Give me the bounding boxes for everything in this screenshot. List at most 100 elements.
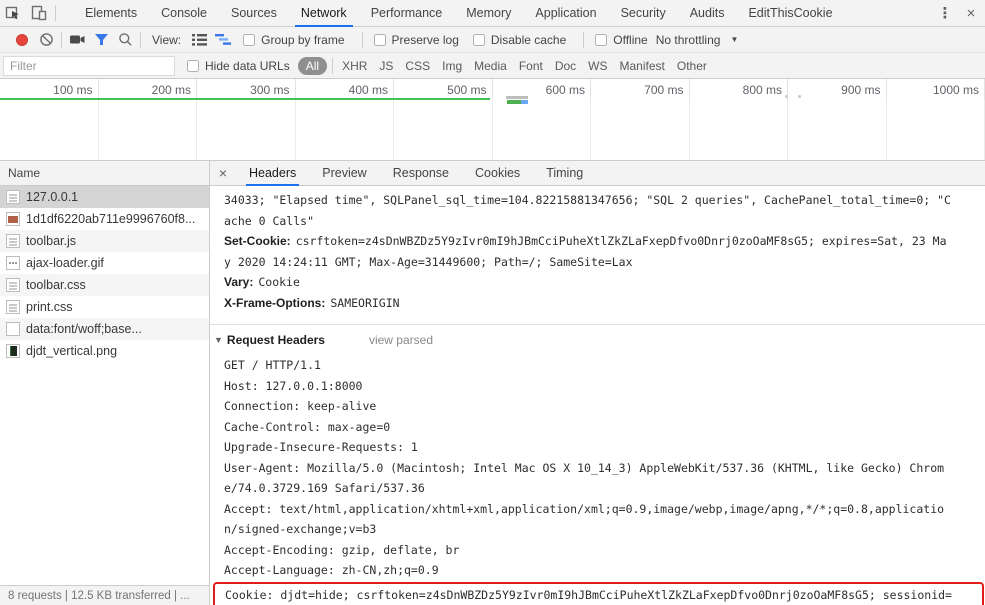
- tab-editthiscookie[interactable]: EditThisCookie: [736, 0, 844, 27]
- request-row[interactable]: toolbar.css: [0, 274, 209, 296]
- timeline-ruler[interactable]: 100 ms 200 ms 300 ms 400 ms 500 ms 600 m…: [0, 79, 985, 100]
- offline-checkbox[interactable]: Offline: [595, 32, 648, 47]
- request-row[interactable]: djdt_vertical.png: [0, 340, 209, 362]
- network-overview-green-line: [0, 98, 490, 100]
- request-name: 1d1df6220ab711e9996760f8...: [26, 212, 196, 226]
- throttling-value: No throttling: [655, 32, 721, 47]
- tab-console[interactable]: Console: [149, 0, 219, 27]
- header-name: Vary:: [224, 275, 254, 289]
- close-detail-icon[interactable]: ×: [210, 165, 236, 181]
- request-name: toolbar.css: [26, 278, 86, 292]
- record-icon[interactable]: [10, 28, 34, 52]
- tick-label: 700 ms: [591, 79, 690, 100]
- tab-memory[interactable]: Memory: [454, 0, 523, 27]
- request-type-filters: All XHR JS CSS Img Media Font Doc WS Man…: [296, 56, 713, 75]
- request-name: print.css: [26, 300, 73, 314]
- hide-data-urls-label: Hide data URLs: [205, 58, 290, 73]
- network-filter-bar: Hide data URLs All XHR JS CSS Img Media …: [0, 53, 985, 79]
- filter-type-font[interactable]: Font: [513, 57, 549, 75]
- response-headers-block: 34033; "Elapsed time", SQLPanel_sql_time…: [224, 193, 951, 310]
- cookie-header-highlight-box: Cookie: djdt=hide; csrftoken=z4sDnWBZDz5…: [213, 581, 984, 605]
- search-icon[interactable]: [113, 28, 137, 52]
- filter-type-css[interactable]: CSS: [399, 57, 436, 75]
- filter-type-other[interactable]: Other: [671, 57, 713, 75]
- request-headers-title: Request Headers: [226, 333, 325, 347]
- document-icon: [6, 300, 20, 314]
- document-icon: [6, 234, 20, 248]
- request-row[interactable]: ajax-loader.gif: [0, 252, 209, 274]
- camera-icon[interactable]: [65, 28, 89, 52]
- request-headers-section-header[interactable]: ▼ Request Headers view parsed: [210, 325, 985, 349]
- detail-tab-preview[interactable]: Preview: [309, 161, 379, 186]
- tab-performance[interactable]: Performance: [359, 0, 455, 27]
- request-row[interactable]: 1d1df6220ab711e9996760f8...: [0, 208, 209, 230]
- disable-cache-checkbox[interactable]: Disable cache: [472, 33, 566, 47]
- header-name: Set-Cookie:: [224, 234, 291, 248]
- tick-label: 400 ms: [296, 79, 394, 100]
- checkbox-icon: [472, 33, 485, 46]
- tab-application[interactable]: Application: [523, 0, 608, 27]
- name-column-header[interactable]: Name: [0, 166, 40, 180]
- document-icon: [6, 278, 20, 292]
- detail-tab-cookies[interactable]: Cookies: [462, 161, 533, 186]
- checkbox-icon: [243, 33, 256, 46]
- checkbox-icon: [595, 33, 608, 46]
- status-summary: 8 requests | 12.5 KB transferred | ...: [8, 589, 190, 602]
- filter-type-ws[interactable]: WS: [582, 57, 613, 75]
- preserve-log-label: Preserve log: [391, 32, 459, 47]
- request-detail-panel: × Headers Preview Response Cookies Timin…: [210, 161, 985, 605]
- request-name: 127.0.0.1: [26, 190, 79, 204]
- preserve-log-checkbox[interactable]: Preserve log: [373, 32, 459, 47]
- view-parsed-link[interactable]: view parsed: [369, 333, 433, 347]
- network-toolbar: View: Group by frame Preserve log Disabl…: [0, 27, 985, 53]
- image-preview-icon: [6, 212, 20, 226]
- overview-dot: [785, 95, 788, 98]
- detail-tab-timing[interactable]: Timing: [533, 161, 596, 186]
- request-row[interactable]: toolbar.js: [0, 230, 209, 252]
- tab-security[interactable]: Security: [609, 0, 678, 27]
- waterfall-overview[interactable]: [0, 100, 985, 161]
- filter-type-all[interactable]: All: [297, 56, 328, 75]
- request-row[interactable]: print.css: [0, 296, 209, 318]
- request-name: djdt_vertical.png: [26, 344, 118, 358]
- requests-list-panel: Name 127.0.0.1 1d1df6220ab711e9996760f8.…: [0, 161, 210, 585]
- tab-network[interactable]: Network: [289, 0, 359, 27]
- request-row[interactable]: 127.0.0.1: [0, 186, 209, 208]
- waterfall-view-icon[interactable]: [211, 28, 235, 52]
- chevron-down-icon: ▼: [730, 35, 739, 44]
- close-devtools-icon[interactable]: ×: [957, 5, 985, 22]
- checkbox-icon: [373, 33, 386, 46]
- headers-content[interactable]: 34033; "Elapsed time", SQLPanel_sql_time…: [210, 187, 985, 605]
- more-options-icon[interactable]: ⋮: [933, 4, 957, 22]
- group-by-frame-checkbox[interactable]: Group by frame: [243, 33, 345, 47]
- tick-label: 200 ms: [99, 79, 197, 100]
- throttling-dropdown[interactable]: No throttling ▼: [656, 33, 739, 47]
- filter-type-xhr[interactable]: XHR: [336, 57, 373, 75]
- device-toolbar-icon[interactable]: [26, 0, 52, 26]
- filter-type-img[interactable]: Img: [436, 57, 468, 75]
- filter-type-js[interactable]: JS: [373, 57, 399, 75]
- hide-data-urls-checkbox[interactable]: Hide data URLs: [187, 59, 290, 73]
- request-row[interactable]: data:font/woff;base...: [0, 318, 209, 340]
- devtools-tabbar: Elements Console Sources Network Perform…: [0, 0, 985, 27]
- inspect-element-icon[interactable]: [0, 0, 26, 26]
- offline-label: Offline: [613, 32, 648, 47]
- panel-tabs: Elements Console Sources Network Perform…: [73, 0, 845, 27]
- list-view-icon[interactable]: [187, 28, 211, 52]
- tab-elements[interactable]: Elements: [73, 0, 149, 27]
- tab-sources[interactable]: Sources: [219, 0, 289, 27]
- filter-type-doc[interactable]: Doc: [549, 57, 582, 75]
- detail-tab-headers[interactable]: Headers: [236, 161, 309, 186]
- filter-type-manifest[interactable]: Manifest: [614, 57, 671, 75]
- filter-input[interactable]: [3, 55, 175, 76]
- tick-label: 900 ms: [788, 79, 887, 100]
- tab-audits[interactable]: Audits: [678, 0, 737, 27]
- filter-type-media[interactable]: Media: [468, 57, 513, 75]
- filter-icon[interactable]: [89, 28, 113, 52]
- clear-icon[interactable]: [34, 28, 58, 52]
- requests-list-header[interactable]: Name: [0, 161, 209, 186]
- tick-label: 1000 ms: [887, 79, 985, 100]
- divider: [61, 31, 62, 48]
- checkbox-icon: [187, 59, 199, 72]
- detail-tab-response[interactable]: Response: [380, 161, 462, 186]
